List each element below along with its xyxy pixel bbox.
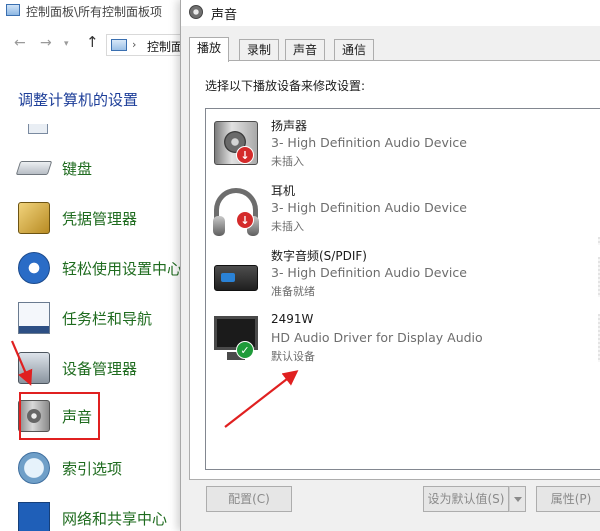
partial-item-icon [28,124,48,134]
device-status: 未插入 [271,155,304,168]
dialog-title: 声音 [211,8,238,23]
cp-item-label: 网络和共享中心 [62,510,168,528]
cp-item-indexing[interactable]: 索引选项 [18,448,188,488]
cp-item-ease-of-access[interactable]: 轻松使用设置中心 [18,248,188,288]
cp-item-keyboard[interactable]: 键盘 [15,148,188,188]
cp-item-label: 键盘 [62,160,93,178]
device-status: 未插入 [271,220,304,233]
speaker-icon [189,5,203,19]
device-name: 耳机 [271,184,296,198]
device-name: 数字音频(S/PDIF) [271,249,367,263]
device-row-spdif[interactable]: 数字音频(S/PDIF) 3- High Definition Audio De… [206,243,600,307]
device-description: 3- High Definition Audio Device [271,265,467,280]
dialog-titlebar: 声音 [181,0,600,26]
device-name: 2491W [271,312,314,326]
control-panel-title: 控制面板\所有控制面板项 [26,5,163,19]
address-text: 控制面 [147,40,184,54]
configure-button[interactable]: 配置(C) [206,486,292,512]
cp-item-device-manager[interactable]: 设备管理器 [18,348,188,388]
cp-item-label: 设备管理器 [62,360,138,378]
control-panel-icon [111,39,127,51]
device-description: 3- High Definition Audio Device [271,200,467,215]
cp-item-label: 轻松使用设置中心 [62,260,183,278]
ease-of-access-icon [18,252,50,284]
keyboard-icon [15,161,53,175]
cp-item-label: 凭据管理器 [62,210,138,228]
check-icon: ✓ [236,341,254,359]
control-panel-icon [6,4,20,16]
page-title: 调整计算机的设置 [18,91,139,109]
tab-strip: 播放 录制 声音 通信 [187,37,597,62]
up-arrow-icon[interactable]: ↑ [86,33,99,51]
device-row-monitor[interactable]: ✓ 2491W HD Audio Driver for Display Audi… [206,308,600,372]
device-list[interactable]: ↓ 扬声器 3- High Definition Audio Device 未插… [205,108,600,470]
set-default-button[interactable]: 设为默认值(S) [423,486,509,512]
device-row-headphones[interactable]: ↓ 耳机 3- High Definition Audio Device 未插入 [206,178,600,242]
cp-item-taskbar[interactable]: 任务栏和导航 [18,298,188,338]
back-arrow-icon[interactable]: ← [14,35,26,51]
device-description: 3- High Definition Audio Device [271,135,467,150]
cp-item-label: 索引选项 [62,460,123,478]
tab-playback[interactable]: 播放 [189,37,230,62]
device-manager-icon [18,352,50,384]
device-status: 默认设备 [271,350,315,363]
set-default-chevron-down-icon[interactable] [509,486,526,512]
spdif-icon [214,265,258,291]
properties-button[interactable]: 属性(P) [536,486,600,512]
tab-recording[interactable]: 录制 [239,39,280,61]
device-description: HD Audio Driver for Display Audio [271,330,483,345]
annotation-highlight-box [19,392,100,440]
cp-item-label: 任务栏和导航 [62,310,153,328]
cp-item-credential-manager[interactable]: 凭据管理器 [18,198,188,238]
tab-communications[interactable]: 通信 [334,39,375,61]
device-status: 准备就绪 [271,285,315,298]
instruction-text: 选择以下播放设备来修改设置: [205,79,366,93]
taskbar-icon [18,302,50,334]
down-arrow-icon: ↓ [236,146,254,164]
breadcrumb-separator-icon: › [132,38,137,51]
cp-item-network[interactable]: 网络和共享中心 [18,498,188,531]
down-arrow-icon: ↓ [236,211,254,229]
device-name: 扬声器 [271,119,308,133]
network-icon [18,502,50,531]
playback-tab-panel: 选择以下播放设备来修改设置: ↓ 扬声器 3- High Definition … [189,60,600,480]
sound-dialog: 声音 播放 录制 声音 通信 选择以下播放设备来修改设置: ↓ 扬声器 3- H… [180,0,600,531]
tab-sounds[interactable]: 声音 [285,39,326,61]
recent-locations-chevron-icon[interactable]: ▾ [64,39,69,49]
indexing-icon [18,452,50,484]
credential-manager-icon [18,202,50,234]
forward-arrow-icon[interactable]: → [40,35,52,51]
device-row-speakers[interactable]: ↓ 扬声器 3- High Definition Audio Device 未插… [206,113,600,177]
